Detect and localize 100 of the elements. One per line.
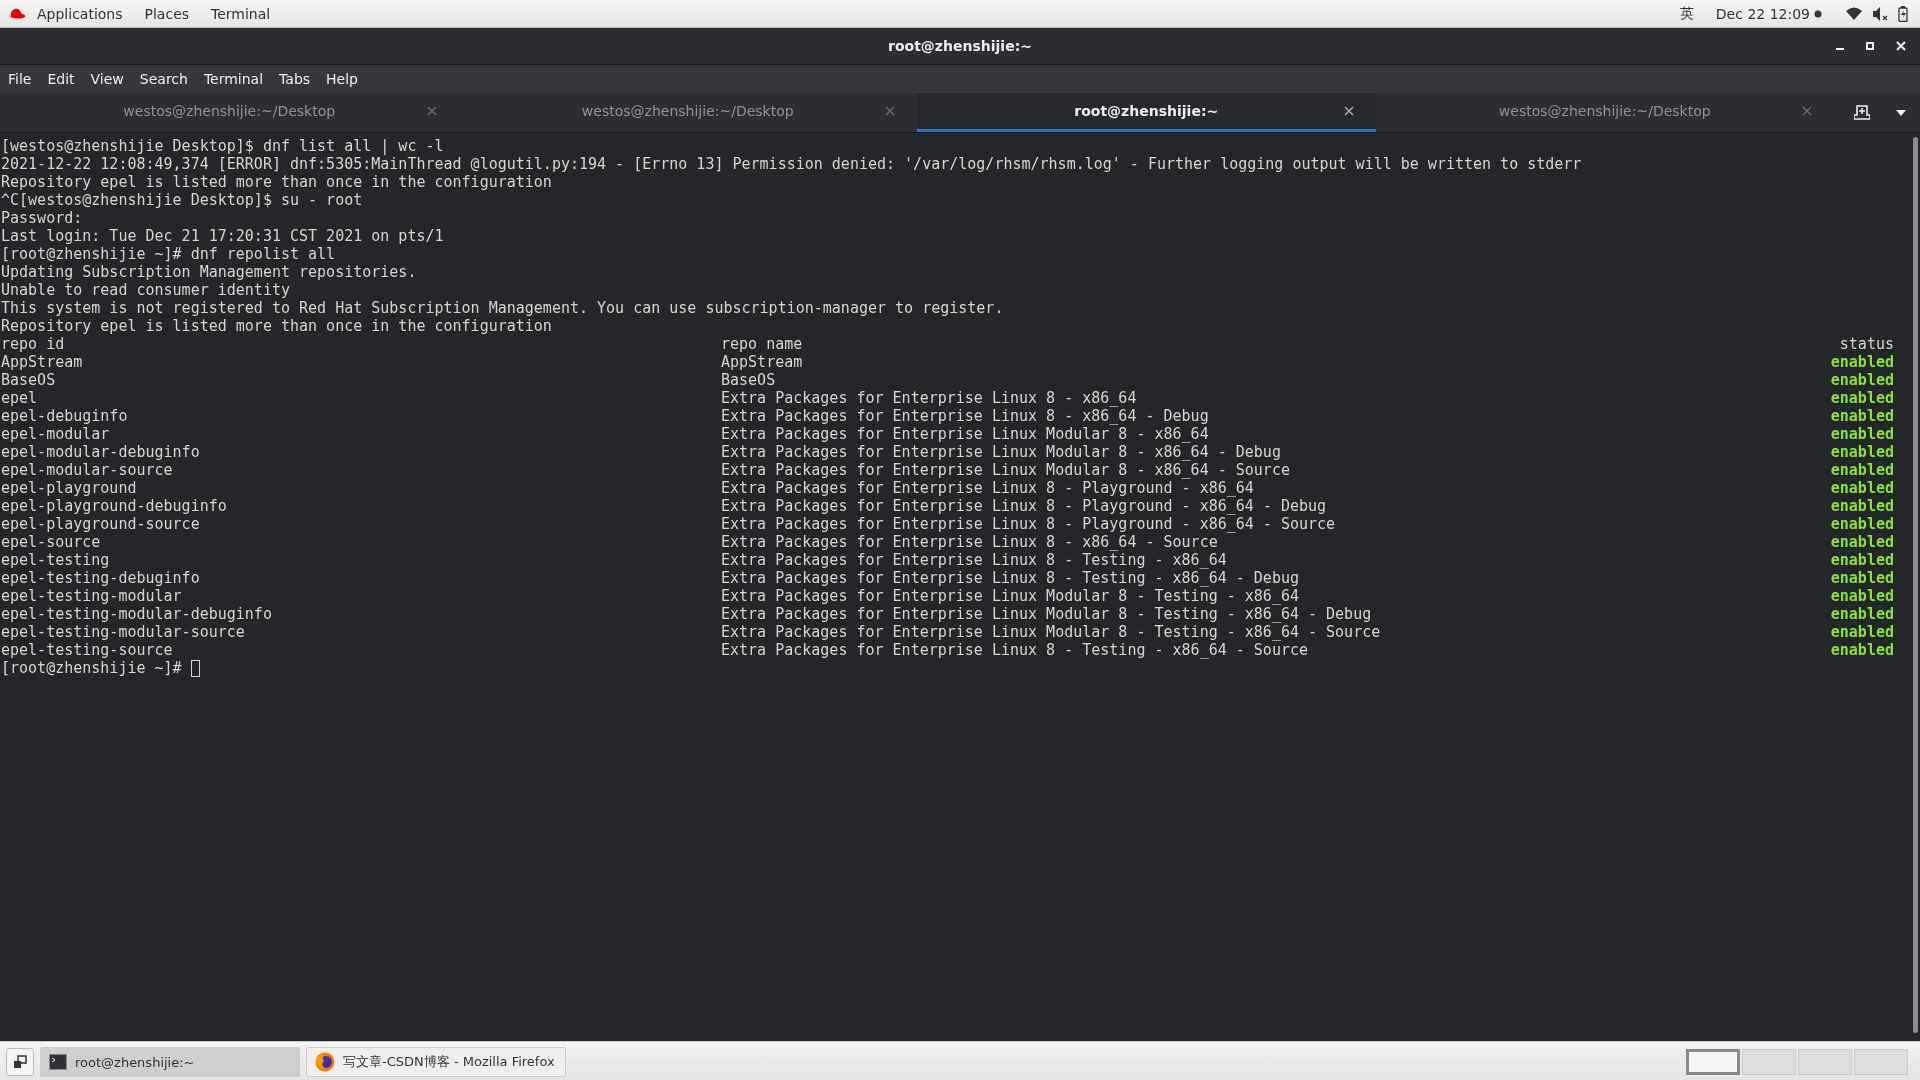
repo-id: epel-testing-source xyxy=(1,641,174,659)
repo-name: Extra Packages for Enterprise Linux Modular 8 - Testing - x86_64 - Debug xyxy=(721,605,1373,623)
top-menu[interactable]: Terminal xyxy=(200,5,282,22)
repo-name: AppStream xyxy=(721,353,804,371)
repo-name: Extra Packages for Enterprise Linux Modular 8 - x86_64 - Debug xyxy=(721,443,1282,461)
terminal-line: This system is not registered to Red Hat Subscription Management. You can use subscription-manager to register. xyxy=(1,299,1005,317)
column-header: repo name xyxy=(721,335,804,353)
column-header: repo id xyxy=(1,335,66,353)
terminal-icon xyxy=(49,1054,67,1070)
terminal-line: 2021-12-22 12:08:49,374 [ERROR] dnf:5305:MainThread @logutil.py:194 - [Errno 13] Permission denied: '/var/log/rhsm/rhsm.log' - Further logging output will be written to stderr xyxy=(1,155,1583,173)
repo-id: epel-modular-source xyxy=(1,461,174,479)
repo-status: enabled xyxy=(1830,533,1894,551)
repo-name: Extra Packages for Enterprise Linux Modular 8 - x86_64 xyxy=(721,425,1210,443)
menu-item[interactable]: View xyxy=(82,71,132,87)
taskbar-item[interactable]: 写文章-CSDN博客 - Mozilla Firefox xyxy=(306,1047,566,1077)
terminal-line: Updating Subscription Management repositories. xyxy=(1,263,418,281)
repo-id: epel-modular xyxy=(1,425,111,443)
column-header: status xyxy=(1839,335,1894,353)
terminal-line: Password: xyxy=(1,209,84,227)
input-method[interactable]: 英 xyxy=(1668,4,1705,23)
repo-status: enabled xyxy=(1830,569,1894,587)
maximize-icon[interactable] xyxy=(1866,42,1874,50)
repo-name: Extra Packages for Enterprise Linux 8 - Testing - x86_64 - Debug xyxy=(721,569,1300,587)
menu-item[interactable]: Tabs xyxy=(271,71,319,87)
tab[interactable]: westos@zhenshijie:~/Desktop xyxy=(0,93,459,132)
repo-status: enabled xyxy=(1830,425,1894,443)
terminal-line: Last login: Tue Dec 21 17:20:31 CST 2021 on pts/1 xyxy=(1,227,445,245)
wifi-icon[interactable] xyxy=(1846,7,1862,20)
tab[interactable]: root@zhenshijie:~ xyxy=(917,93,1376,132)
repo-name: Extra Packages for Enterprise Linux 8 - Playground - x86_64 xyxy=(721,479,1255,497)
repo-id: epel-testing-debuginfo xyxy=(1,569,201,587)
taskbar-label: root@zhenshijie:~ xyxy=(75,1054,195,1070)
scrollbar[interactable] xyxy=(1913,137,1918,1033)
repo-status: enabled xyxy=(1830,407,1894,425)
repo-id: epel-modular-debuginfo xyxy=(1,443,201,461)
repo-name: Extra Packages for Enterprise Linux Modular 8 - Testing - x86_64 xyxy=(721,587,1300,605)
battery-icon[interactable] xyxy=(1898,5,1908,22)
taskbar-label: 写文章-CSDN博客 - Mozilla Firefox xyxy=(343,1053,555,1071)
dropdown-icon[interactable] xyxy=(1896,109,1906,116)
hat-icon[interactable] xyxy=(8,7,26,20)
menu-item[interactable]: Search xyxy=(131,71,196,87)
repo-status: enabled xyxy=(1830,389,1894,407)
tab[interactable]: westos@zhenshijie:~/Desktop xyxy=(1375,93,1834,132)
repo-status: enabled xyxy=(1830,353,1894,371)
menu-item[interactable]: Help xyxy=(318,71,366,87)
new-tab-icon[interactable] xyxy=(1854,105,1870,120)
repo-id: epel-playground xyxy=(1,479,138,497)
repo-status: enabled xyxy=(1830,515,1894,533)
repo-name: Extra Packages for Enterprise Linux 8 - x86_64 - Source xyxy=(721,533,1219,551)
fox-globe-icon xyxy=(315,1052,335,1072)
repo-id: epel-testing xyxy=(1,551,111,569)
repo-id: epel-testing-modular xyxy=(1,587,183,605)
terminal-line: [root@zhenshijie ~]# dnf repolist all xyxy=(1,245,337,263)
repo-id: epel xyxy=(1,389,39,407)
repo-status: enabled xyxy=(1830,443,1894,461)
repo-status: enabled xyxy=(1830,551,1894,569)
dot-icon xyxy=(1814,9,1822,18)
terminal-line: [westos@zhenshijie Desktop]$ dnf list all | wc -l xyxy=(1,137,445,155)
repo-status: enabled xyxy=(1830,623,1894,641)
window-title: root@zhenshijie:~ xyxy=(888,38,1032,54)
repo-name: Extra Packages for Enterprise Linux 8 - x86_64 - Debug xyxy=(721,407,1210,425)
repo-name: Extra Packages for Enterprise Linux 8 - Testing - x86_64 - Source xyxy=(721,641,1309,659)
repo-status: enabled xyxy=(1830,371,1894,389)
menu-item[interactable]: Edit xyxy=(39,71,83,87)
repo-id: epel-playground-source xyxy=(1,515,201,533)
repo-status: enabled xyxy=(1830,497,1894,515)
repo-status: enabled xyxy=(1830,461,1894,479)
repo-name: Extra Packages for Enterprise Linux 8 - Testing - x86_64 xyxy=(721,551,1228,569)
clock[interactable]: Dec 22 12:09 xyxy=(1704,5,1814,22)
repo-id: AppStream xyxy=(1,353,84,371)
repo-status: enabled xyxy=(1830,587,1894,605)
shell-prompt: [root@zhenshijie ~]# xyxy=(1,659,182,677)
repo-id: epel-testing-modular-debuginfo xyxy=(1,605,273,623)
repo-id: epel-playground-debuginfo xyxy=(1,497,228,515)
show-desktop-button[interactable] xyxy=(6,1048,34,1076)
repo-name: Extra Packages for Enterprise Linux Modular 8 - x86_64 - Source xyxy=(721,461,1291,479)
repo-name: BaseOS xyxy=(721,371,777,389)
top-menu[interactable]: Applications xyxy=(26,5,134,22)
cursor xyxy=(190,659,200,677)
menu-item[interactable]: Terminal xyxy=(195,71,272,87)
repo-status: enabled xyxy=(1830,605,1894,623)
repo-id: epel-debuginfo xyxy=(1,407,129,425)
menu-item[interactable]: File xyxy=(0,71,40,87)
close-icon[interactable] xyxy=(1343,106,1354,116)
repo-name: Extra Packages for Enterprise Linux 8 - Playground - x86_64 - Debug xyxy=(721,497,1328,515)
terminal-line: Repository epel is listed more than once in the configuration xyxy=(1,173,553,191)
workspace[interactable] xyxy=(1686,1049,1740,1075)
windows-icon xyxy=(13,1055,27,1069)
repo-name: Extra Packages for Enterprise Linux Modular 8 - Testing - x86_64 - Source xyxy=(721,623,1382,641)
repo-name: Extra Packages for Enterprise Linux 8 - Playground - x86_64 - Source xyxy=(721,515,1337,533)
top-menu[interactable]: Places xyxy=(133,5,201,22)
taskbar-item[interactable]: root@zhenshijie:~ xyxy=(40,1047,300,1077)
volume-icon[interactable] xyxy=(1872,6,1888,21)
terminal-line: Repository epel is listed more than once in the configuration xyxy=(1,317,553,335)
repo-status: enabled xyxy=(1830,641,1894,659)
tab[interactable]: westos@zhenshijie:~/Desktop xyxy=(458,93,917,132)
repo-name: Extra Packages for Enterprise Linux 8 - x86_64 xyxy=(721,389,1138,407)
repo-status: enabled xyxy=(1830,479,1894,497)
repo-id: epel-source xyxy=(1,533,102,551)
repo-id: BaseOS xyxy=(1,371,57,389)
